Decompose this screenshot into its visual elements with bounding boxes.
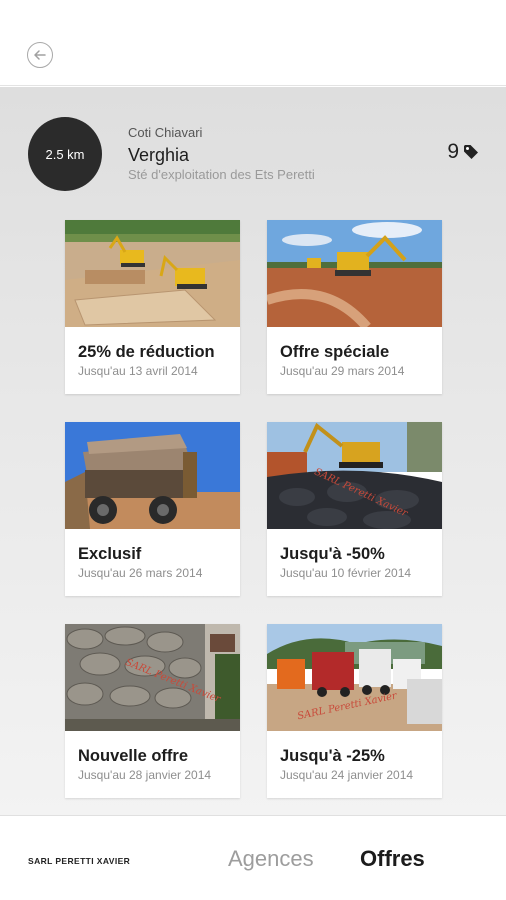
offer-image-4: SARL Peretti Xavier (267, 422, 442, 529)
offer-image-2 (267, 220, 442, 327)
agency-city: Coti Chiavari (128, 125, 203, 140)
offer-card-4[interactable]: SARL Peretti Xavier Jusqu'à -50% Jusqu'a… (267, 422, 442, 596)
tab-agences[interactable]: Agences (228, 846, 314, 872)
offer-date: Jusqu'au 29 mars 2014 (280, 364, 405, 378)
distance-badge: 2.5 km (28, 117, 102, 191)
offer-title: Exclusif (78, 545, 142, 563)
offer-card-1[interactable]: 25% de réduction Jusqu'au 13 avril 2014 (65, 220, 240, 394)
top-bar (0, 0, 506, 86)
offer-title: Nouvelle offre (78, 747, 189, 765)
offer-date: Jusqu'au 26 mars 2014 (78, 566, 203, 580)
arrow-left-icon (34, 50, 46, 60)
offer-title: Jusqu'à -25% (280, 747, 385, 765)
offer-card-6[interactable]: SARL Peretti Xavier Jusqu'à -25% Jusqu'a… (267, 624, 442, 798)
tag-icon (464, 145, 478, 159)
offer-title: Offre spéciale (280, 343, 390, 361)
agency-header: 2.5 km Coti Chiavari Verghia Sté d'explo… (0, 87, 506, 207)
agency-company: Sté d'exploitation des Ets Peretti (128, 167, 315, 182)
offer-image-5: SARL Peretti Xavier (65, 624, 240, 731)
offer-card-3[interactable]: Exclusif Jusqu'au 26 mars 2014 (65, 422, 240, 596)
agency-name: Verghia (128, 145, 190, 165)
offer-title: 25% de réduction (78, 343, 215, 361)
offer-card-5[interactable]: SARL Peretti Xavier Nouvelle offre Jusqu… (65, 624, 240, 798)
offers-count[interactable]: 9 (447, 140, 480, 164)
tab-offres[interactable]: Offres (360, 846, 425, 872)
brand-logo: SARL PERETTI XAVIER (28, 856, 131, 866)
offer-date: Jusqu'au 24 janvier 2014 (280, 768, 414, 782)
bottom-navigation: SARL PERETTI XAVIER Agences Offres (0, 815, 506, 900)
offer-image-1 (65, 220, 240, 327)
offers-content: 2.5 km Coti Chiavari Verghia Sté d'explo… (0, 87, 506, 815)
offer-date: Jusqu'au 28 janvier 2014 (78, 768, 212, 782)
back-button[interactable] (27, 42, 53, 68)
offer-image-3 (65, 422, 240, 529)
offer-title: Jusqu'à -50% (280, 545, 385, 563)
offers-count-value: 9 (447, 140, 459, 163)
offer-image-6: SARL Peretti Xavier (267, 624, 442, 731)
offer-card-2[interactable]: Offre spéciale Jusqu'au 29 mars 2014 (267, 220, 442, 394)
offer-date: Jusqu'au 10 février 2014 (280, 566, 412, 580)
offer-date: Jusqu'au 13 avril 2014 (78, 364, 198, 378)
